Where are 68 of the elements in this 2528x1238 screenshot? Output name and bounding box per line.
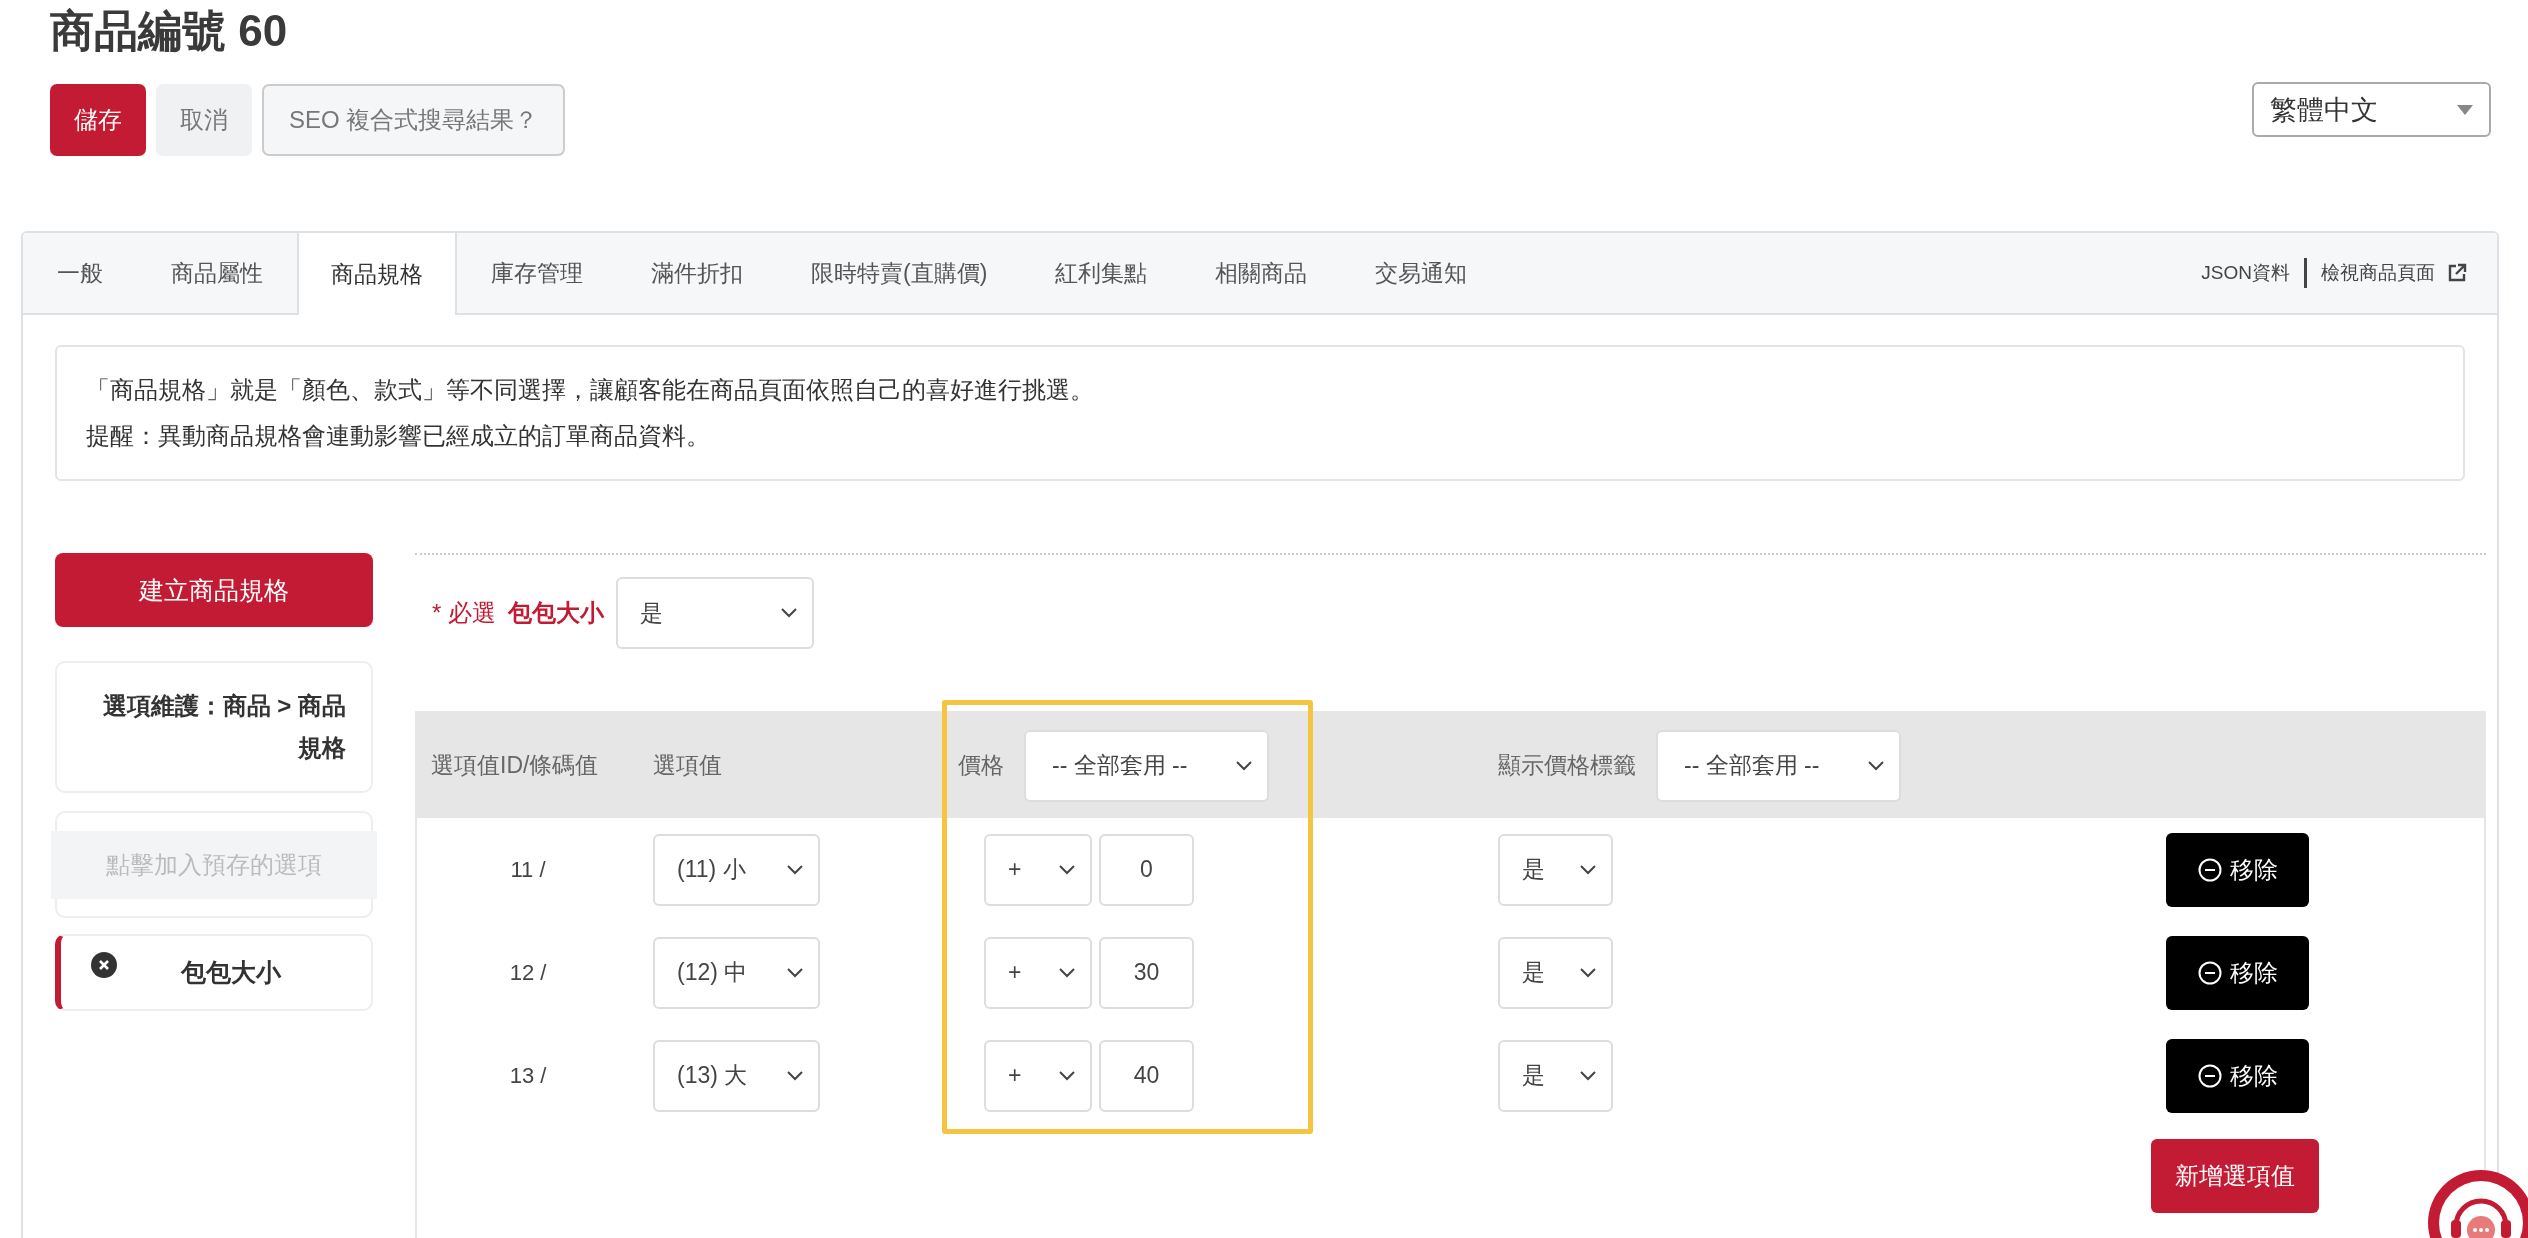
chevron-icon	[786, 863, 804, 876]
show-label-select[interactable]: 是	[1498, 1039, 1613, 1112]
add-option-button[interactable]: 新增選項值	[2151, 1139, 2319, 1213]
spec-item[interactable]: 包包大小	[55, 934, 373, 1011]
column-header: 價格	[958, 751, 1004, 780]
option-id: 13 /	[509, 1062, 547, 1089]
option-id: 11 /	[510, 856, 546, 883]
breadcrumb-text: 選項維護：商品 > 商品規格	[55, 661, 373, 793]
tab[interactable]: 交易通知	[1341, 233, 1502, 313]
option-select[interactable]: (13) 大	[653, 1039, 820, 1112]
spec-name: 包包大小	[181, 957, 281, 988]
chevron-icon	[1058, 966, 1076, 979]
chevron-icon	[1058, 863, 1076, 876]
option-select[interactable]: (11) 小	[653, 833, 820, 906]
save-button[interactable]: 儲存	[50, 84, 146, 156]
link[interactable]: 檢視商品頁面	[2321, 260, 2467, 286]
chevron-icon	[1867, 759, 1885, 772]
show-label-select[interactable]: 是	[1498, 833, 1613, 906]
price-field[interactable]: 30	[1099, 936, 1194, 1009]
seo-button[interactable]: SEO 複合式搜尋結果？	[262, 84, 566, 156]
chevron-icon	[1058, 1069, 1076, 1082]
price-field[interactable]: 40	[1099, 1039, 1194, 1112]
notice-text: 「商品規格」就是「顏色、款式」等不同選擇，讓顧客能在商品頁面依照自己的喜好進行挑選。	[86, 375, 1095, 405]
tab[interactable]: 商品屬性	[137, 233, 297, 313]
dropdown-triangle-icon	[2457, 104, 2473, 115]
chevron-icon	[1579, 863, 1597, 876]
minus-circle-icon	[2197, 960, 2222, 985]
chevron-icon	[1235, 759, 1253, 772]
apply-all-select[interactable]: -- 全部套用 --	[1024, 729, 1269, 802]
column-header: 顯示價格標籤	[1498, 751, 1636, 780]
show-label-select[interactable]: 是	[1498, 936, 1613, 1009]
sign-select[interactable]: +	[984, 936, 1092, 1009]
spec-name: 包包大小	[508, 598, 604, 628]
remove-icon	[91, 952, 117, 978]
tab[interactable]: 滿件折扣	[617, 233, 777, 313]
option-id: 12 /	[509, 959, 547, 986]
create-spec-button[interactable]: 建立商品規格	[55, 553, 373, 627]
minus-circle-icon	[2197, 1063, 2222, 1088]
required-label: * 必選	[432, 598, 496, 628]
tab[interactable]: 庫存管理	[457, 233, 617, 313]
option-select[interactable]: (12) 中	[653, 936, 820, 1009]
remove-button[interactable]: 移除	[2166, 935, 2309, 1010]
chevron-icon	[1579, 966, 1597, 979]
tab[interactable]: 紅利集點	[1021, 233, 1182, 313]
column-header: 選項值	[653, 751, 722, 780]
tab[interactable]: 一般	[23, 233, 137, 313]
required-select[interactable]: 是	[616, 577, 814, 649]
chevron-icon	[1579, 1069, 1597, 1082]
chevron-icon	[786, 966, 804, 979]
language-select[interactable]: 繁體中文	[2252, 82, 2491, 137]
remove-button[interactable]: 移除	[2166, 832, 2309, 907]
chevron-icon	[780, 607, 798, 619]
notice-text: 提醒：異動商品規格會連動影響已經成立的訂單商品資料。	[86, 421, 711, 451]
apply-all-select[interactable]: -- 全部套用 --	[1656, 729, 1901, 802]
link[interactable]: JSON資料	[2201, 260, 2290, 286]
column-header: 選項值ID/條碼值	[431, 751, 599, 780]
sign-select[interactable]: +	[984, 833, 1092, 906]
remove-button[interactable]: 移除	[2166, 1038, 2309, 1113]
tab[interactable]: 限時特賣(直購價)	[777, 233, 1022, 313]
chevron-icon	[786, 1069, 804, 1082]
cancel-button[interactable]: 取消	[156, 84, 252, 156]
external-link-icon	[2447, 263, 2467, 283]
sign-select[interactable]: +	[984, 1039, 1092, 1112]
minus-circle-icon	[2197, 857, 2222, 882]
price-field[interactable]: 0	[1099, 833, 1194, 906]
page-title: 商品編號 60	[50, 5, 289, 57]
tab[interactable]: 相關商品	[1181, 233, 1342, 313]
tab[interactable]: 商品規格	[297, 233, 457, 315]
